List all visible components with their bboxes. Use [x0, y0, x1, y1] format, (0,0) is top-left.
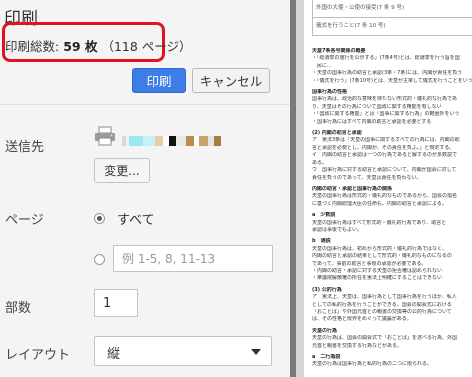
preview-table-row: 儀式を行うこと(7 条 10 号)	[312, 18, 472, 36]
layout-select[interactable]: 縦	[94, 336, 272, 366]
preview-line: ウ 国事行為に対する助言と承認について、内閣が国会に対して	[312, 167, 457, 174]
preview-line: a 少数説	[312, 212, 336, 219]
preview-line: a 二行為説	[312, 354, 341, 361]
pages-all-label[interactable]: すべて	[117, 209, 155, 228]
pages-label: ページ	[5, 213, 44, 228]
summary-pages: （118 ページ）	[101, 39, 192, 54]
preview-line: 天皇の国事行為は、初めから形式的・儀礼的行為ではなく、	[312, 245, 448, 252]
preview-line: 天皇の国事行為は形式的・儀礼的なものであるから、国会の指名	[312, 193, 457, 200]
summary-sheets: 59 枚	[63, 39, 98, 54]
preview-line: 承認は事後でもよい。	[312, 226, 363, 233]
print-button[interactable]: 印刷	[132, 68, 186, 93]
preview-line: 天皇の行為は、国会の開会式で「おことば」を述べる行為、外国	[312, 335, 458, 342]
preview-line: b 通説	[312, 238, 331, 245]
cancel-button[interactable]: キャンセル	[192, 68, 270, 93]
destination-label: 送信先	[5, 140, 45, 155]
preview-line: イ 内閣の助言と承認は一つの行為であると解するのが多数説で	[312, 152, 457, 159]
preview-line: 天皇7条各号関係の概要	[312, 48, 366, 54]
preview-body: 天皇7条各号関係の概要 ・「総選挙の施行を公示する」(7条4号)とは、総選挙を行う…	[312, 44, 472, 369]
preview-line: は、その性格と限界をめぐって議論がある。	[312, 316, 412, 323]
preview-line: ・天皇の国事行為の助言と承認(3条・7条)には、内閣が責任を負う	[312, 70, 463, 77]
copies-label: 部数	[5, 301, 32, 316]
preview-line: ア 憲法3条は「天皇の国事に関するすべての行為には、内閣の助	[312, 137, 460, 144]
print-settings-panel: 印刷 印刷総数: 59 枚 （118 ページ） 印刷 キャンセル 送信先 変更.…	[0, 0, 290, 377]
preview-line: (2) 内閣の助言と承認	[312, 130, 362, 137]
preview-line: ・「総選挙の施行を公示する」(7条4号)とは、総選挙を行う旨を国	[312, 55, 460, 62]
preview-line: 責任を負うのであって、天皇は責任を負わない。	[312, 174, 422, 181]
preview-line: 「おことば」や外国元首との親書の交換等の公的行為について	[312, 309, 452, 315]
preview-line: に基づく内閣総理大臣の任命も、内閣の助言と承認による。	[312, 200, 447, 207]
pages-range-radio[interactable]	[94, 254, 105, 265]
summary-label: 印刷総数:	[5, 39, 60, 54]
preview-line: 天皇の国事行為はすべて形式的・儀礼的行為であり、助言と	[312, 219, 447, 226]
pages-all-radio[interactable]	[94, 213, 105, 224]
preview-line: 国事行為の性格	[312, 89, 348, 96]
printer-name-redacted	[122, 130, 272, 146]
printer-icon	[95, 126, 115, 146]
preview-line: ・内閣の助言・承認に対する天皇の拒否権は認められない	[312, 267, 443, 274]
scrollbar[interactable]	[290, 0, 296, 377]
preview-line: 天皇の行為は国事行為と私的行為の二つに限られる。	[312, 361, 433, 368]
preview-line: り、天皇はその行為について国政に関する権能を有しない	[312, 103, 442, 110]
preview-line: 民に...	[312, 62, 332, 69]
preview-line: (3) 公的行為	[312, 286, 342, 293]
change-destination-button[interactable]: 変更...	[94, 158, 150, 183]
preview-line: ある。	[312, 159, 328, 166]
preview-line: 言と承認を必要とし、内閣が、その責任を負ふ。」と規定する。	[312, 144, 455, 151]
preview-table: 外国の大使・公使の接受(7 条 9 号) 儀式を行うこと(7 条 10 号)	[312, 0, 472, 36]
print-summary: 印刷総数: 59 枚 （118 ページ）	[5, 36, 192, 55]
preview-line: ア 憲法上、天皇は、国事行為として国事行為を行うほか、私人	[312, 294, 457, 301]
divider	[0, 104, 290, 105]
preview-line: ・衆議院解散権の所在を憲法上明確にすることはできない	[312, 275, 443, 282]
preview-line: 内閣の助言・承認と国事行為の関係	[312, 185, 393, 192]
copies-input[interactable]	[94, 289, 138, 317]
preview-line: であって、事前の助言と事後の承認が必要である。	[312, 260, 427, 267]
preview-line: ・「儀式を行う」(7条10号)とは、天皇が主宰して儀式を行うことをいう	[312, 77, 472, 84]
preview-table-row: 外国の大使・公使の接受(7 条 9 号)	[312, 0, 472, 18]
chevron-down-icon	[251, 349, 261, 355]
layout-value: 縦	[107, 347, 121, 362]
layout-label: レイアウト	[5, 348, 71, 363]
preview-line: 天皇の行為	[312, 327, 338, 334]
preview-line: 内閣の助言と承認の結果として形式的・儀礼的なものになるの	[312, 253, 452, 260]
page-range-input[interactable]	[113, 245, 273, 272]
preview-line: ・「国政に関する権能」とは「国事に関する行為」の範囲外をいう	[312, 111, 460, 118]
preview-line: としての私的行為を行うことができる。国会の開会式における	[312, 301, 452, 308]
preview-line: 国事行為は、政治的な意味を持たない形式的・儀礼的な行為であ	[312, 96, 457, 103]
preview-line: 元首と親書を交換する行為などがある。	[312, 342, 403, 349]
preview-page[interactable]: 外国の大使・公使の接受(7 条 9 号) 儀式を行うこと(7 条 10 号) 天皇…	[304, 0, 472, 377]
preview-line: ・国事行為にはすべて内閣の助言と承認を必要とする	[312, 118, 432, 125]
